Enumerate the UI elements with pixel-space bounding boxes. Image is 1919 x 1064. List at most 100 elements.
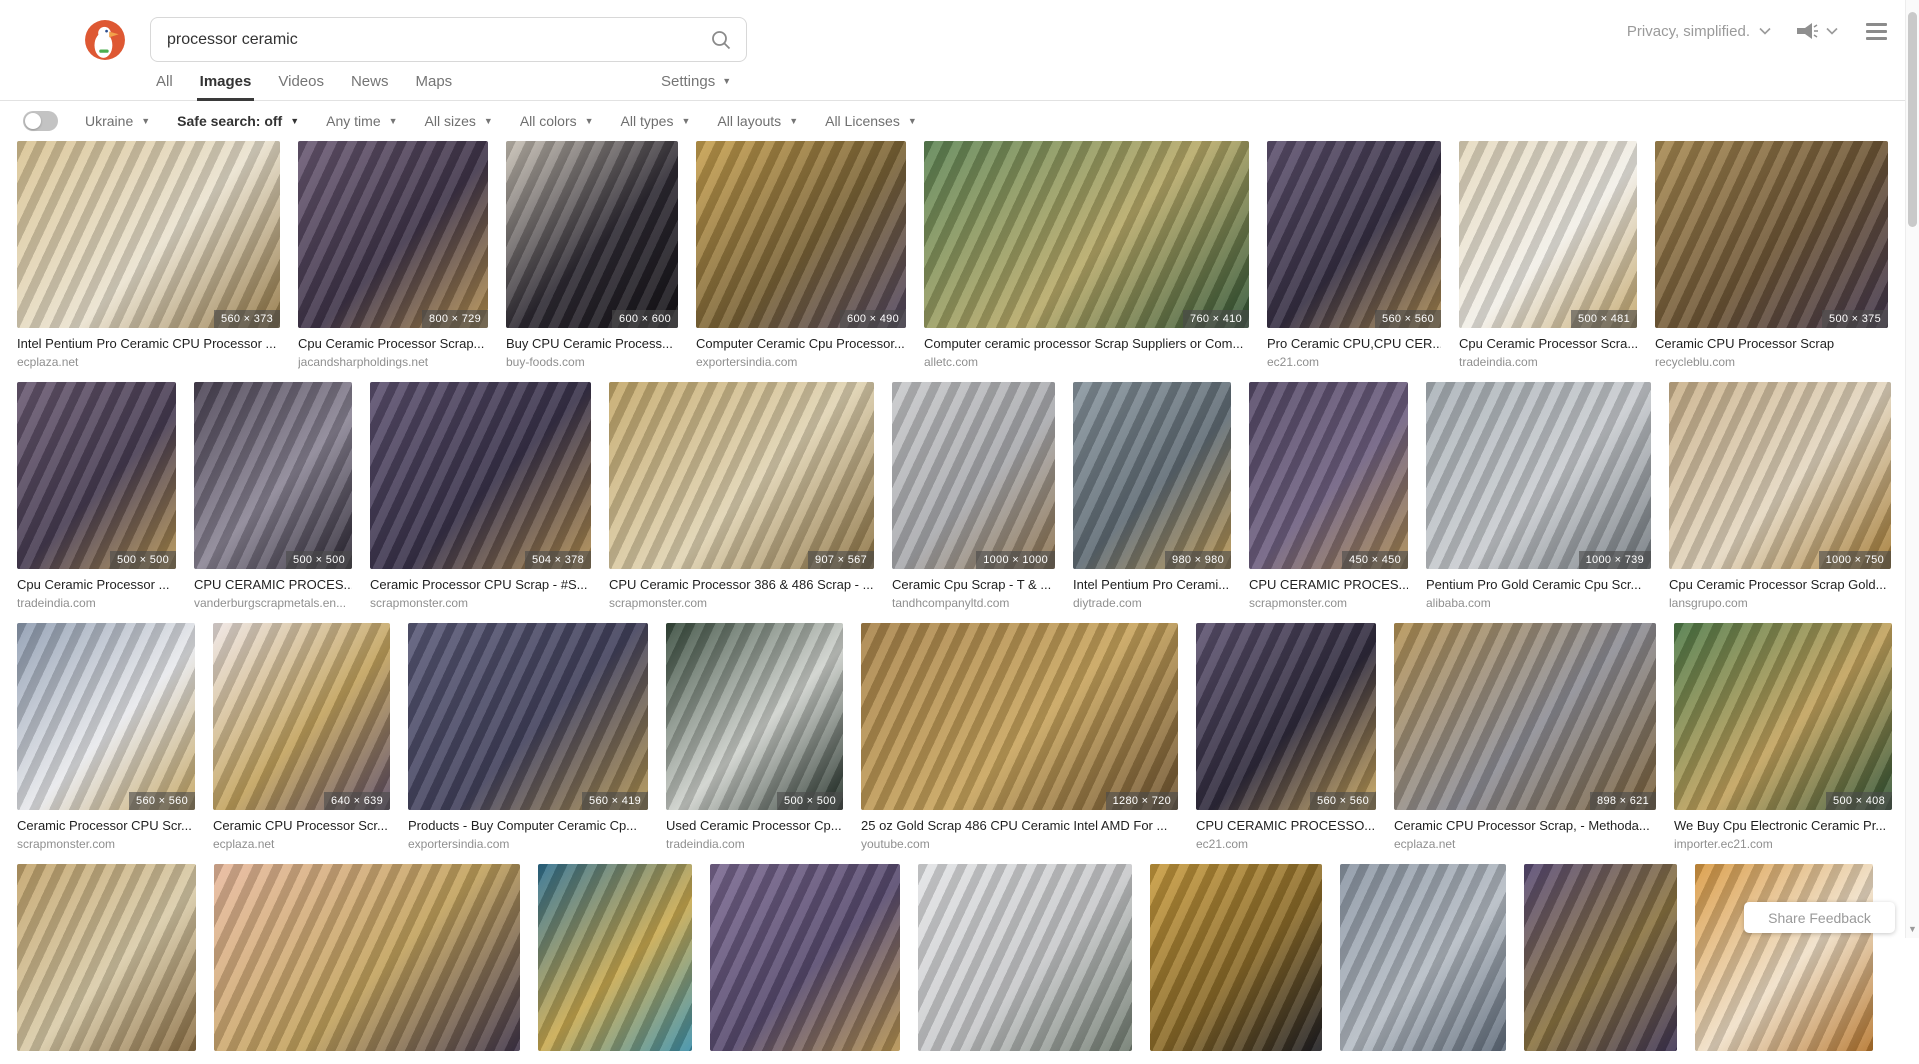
- image-size-badge: 1000 × 750: [1819, 551, 1891, 569]
- tab-videos[interactable]: Videos: [278, 62, 324, 100]
- image-result-title[interactable]: Used Ceramic Processor Cp...: [666, 818, 843, 833]
- settings-dropdown[interactable]: Settings ▼: [661, 62, 731, 100]
- image-result-title[interactable]: CPU CERAMIC PROCES...: [194, 577, 352, 592]
- image-result-title[interactable]: Ceramic Cpu Scrap - T & ...: [892, 577, 1055, 592]
- image-thumbnail[interactable]: 1000 × 750: [1669, 382, 1891, 569]
- image-result-title[interactable]: CPU Ceramic Processor 386 & 486 Scrap - …: [609, 577, 874, 592]
- image-result-title[interactable]: CPU CERAMIC PROCES...: [1249, 577, 1408, 592]
- image-result-title[interactable]: Ceramic Processor CPU Scrap - #S...: [370, 577, 591, 592]
- image-thumbnail[interactable]: 1000 × 1000: [892, 382, 1055, 569]
- filter-any-time[interactable]: Any time ▼: [326, 113, 397, 129]
- image-thumbnail[interactable]: 1280 × 720: [861, 623, 1178, 810]
- image-thumbnail[interactable]: 600 × 490: [696, 141, 906, 328]
- image-thumbnail[interactable]: [538, 864, 692, 1051]
- chevron-down-icon: [1826, 27, 1838, 35]
- image-result-title[interactable]: 25 oz Gold Scrap 486 CPU Ceramic Intel A…: [861, 818, 1178, 833]
- image-thumbnail[interactable]: 980 × 980: [1073, 382, 1231, 569]
- image-thumbnail[interactable]: 560 × 560: [1196, 623, 1376, 810]
- image-result-title[interactable]: Computer Ceramic Cpu Processor...: [696, 336, 906, 351]
- search-input[interactable]: [167, 31, 708, 49]
- image-result-title[interactable]: Computer ceramic processor Scrap Supplie…: [924, 336, 1249, 351]
- filter-all-licenses[interactable]: All Licenses ▼: [825, 113, 917, 129]
- image-result-title[interactable]: Cpu Ceramic Processor Scra...: [1459, 336, 1637, 351]
- image-thumbnail[interactable]: 560 × 560: [17, 623, 195, 810]
- image-thumbnail[interactable]: 640 × 639: [213, 623, 390, 810]
- filter-all-colors[interactable]: All colors ▼: [520, 113, 594, 129]
- scrollbar-thumb[interactable]: [1908, 12, 1917, 227]
- image-thumbnail[interactable]: 500 × 500: [666, 623, 843, 810]
- image-result: 1000 × 739 Pentium Pro Gold Ceramic Cpu S…: [1426, 382, 1651, 610]
- image-result-domain: recycleblu.com: [1655, 355, 1888, 369]
- image-thumbnail[interactable]: [918, 864, 1132, 1051]
- image-result-title[interactable]: Cpu Ceramic Processor ...: [17, 577, 176, 592]
- filter-region[interactable]: Ukraine ▼: [85, 113, 150, 129]
- image-thumbnail[interactable]: 800 × 729: [298, 141, 488, 328]
- image-result-domain: ecplaza.net: [17, 355, 280, 369]
- scrollbar-down-arrow[interactable]: ▼: [1906, 924, 1919, 934]
- image-result: 500 × 500Cpu Ceramic Processor ...tradei…: [17, 382, 176, 610]
- image-thumbnail[interactable]: [1524, 864, 1677, 1051]
- image-result-title[interactable]: We Buy Cpu Electronic Ceramic Pr...: [1674, 818, 1892, 833]
- image-results-row: 560 × 560Ceramic Processor CPU Scr...scr…: [17, 623, 1888, 851]
- image-result-title[interactable]: Products - Buy Computer Ceramic Cp...: [408, 818, 648, 833]
- search-icon[interactable]: [708, 27, 734, 53]
- image-thumbnail[interactable]: 907 × 567: [609, 382, 874, 569]
- image-thumbnail[interactable]: [710, 864, 900, 1051]
- search-tabs: All Images Videos News Maps: [156, 62, 452, 100]
- image-thumbnail[interactable]: [1340, 864, 1506, 1051]
- image-thumbnail[interactable]: 1000 × 739: [1426, 382, 1651, 569]
- tab-maps[interactable]: Maps: [415, 62, 452, 100]
- image-result-title[interactable]: Ceramic CPU Processor Scrap: [1655, 336, 1888, 351]
- image-thumbnail[interactable]: 500 × 375: [1655, 141, 1888, 328]
- image-thumbnail[interactable]: [1695, 864, 1873, 1051]
- chevron-down-icon: [1759, 27, 1771, 35]
- image-result-title[interactable]: Buy CPU Ceramic Process...: [506, 336, 678, 351]
- image-size-badge: 500 × 500: [110, 551, 176, 569]
- image-thumbnail[interactable]: 504 × 378: [370, 382, 591, 569]
- image-result-title[interactable]: Ceramic CPU Processor Scr...: [213, 818, 390, 833]
- image-thumbnail[interactable]: 760 × 410: [924, 141, 1249, 328]
- image-thumbnail[interactable]: 500 × 408: [1674, 623, 1892, 810]
- header-right-controls: Privacy, simplified.: [1627, 0, 1891, 62]
- image-thumbnail[interactable]: [17, 864, 196, 1051]
- image-thumbnail[interactable]: 560 × 419: [408, 623, 648, 810]
- image-result: 980 × 980Intel Pentium Pro Cerami...diyt…: [1073, 382, 1231, 610]
- image-thumbnail[interactable]: 450 × 450: [1249, 382, 1408, 569]
- image-result-title[interactable]: Pentium Pro Gold Ceramic Cpu Scr...: [1426, 577, 1651, 592]
- image-result-title[interactable]: Ceramic Processor CPU Scr...: [17, 818, 195, 833]
- image-result-title[interactable]: Intel Pentium Pro Cerami...: [1073, 577, 1231, 592]
- image-result-title[interactable]: Cpu Ceramic Processor Scrap...: [298, 336, 488, 351]
- announcement-dropdown[interactable]: [1795, 21, 1838, 41]
- image-result-title[interactable]: CPU CERAMIC PROCESSO...: [1196, 818, 1376, 833]
- filter-all-sizes[interactable]: All sizes ▼: [425, 113, 493, 129]
- image-result: 560 × 419 Products - Buy Computer Ceramic…: [408, 623, 648, 851]
- image-result-title[interactable]: Cpu Ceramic Processor Scrap Gold...: [1669, 577, 1891, 592]
- image-size-badge: 500 × 500: [777, 792, 843, 810]
- image-thumbnail[interactable]: 500 × 481: [1459, 141, 1637, 328]
- privacy-tagline-dropdown[interactable]: Privacy, simplified.: [1627, 23, 1771, 40]
- image-thumbnail[interactable]: [1150, 864, 1322, 1051]
- image-result-title[interactable]: Pro Ceramic CPU,CPU CER...: [1267, 336, 1441, 351]
- image-thumbnail[interactable]: [214, 864, 520, 1051]
- image-result: 504 × 378 Ceramic Processor CPU Scrap - #…: [370, 382, 591, 610]
- menu-icon[interactable]: [1862, 19, 1891, 44]
- image-result-title[interactable]: Intel Pentium Pro Ceramic CPU Processor …: [17, 336, 280, 351]
- image-thumbnail[interactable]: 500 × 500: [194, 382, 352, 569]
- image-thumbnail[interactable]: 500 × 500: [17, 382, 176, 569]
- filter-all-types[interactable]: All types ▼: [621, 113, 691, 129]
- region-toggle[interactable]: [23, 111, 58, 131]
- image-result-title[interactable]: Ceramic CPU Processor Scrap, - Methoda..…: [1394, 818, 1656, 833]
- image-thumbnail[interactable]: 560 × 560: [1267, 141, 1441, 328]
- filter-safe-search[interactable]: Safe search: off ▼: [177, 113, 299, 129]
- image-result: 1000 × 1000Ceramic Cpu Scrap - T & ...ta…: [892, 382, 1055, 610]
- image-thumbnail[interactable]: 898 × 621: [1394, 623, 1656, 810]
- image-thumbnail[interactable]: 600 × 600: [506, 141, 678, 328]
- tab-images[interactable]: Images: [200, 62, 252, 100]
- filter-all-layouts[interactable]: All layouts ▼: [717, 113, 798, 129]
- share-feedback-button[interactable]: Share Feedback: [1744, 902, 1895, 933]
- duckduckgo-logo[interactable]: [84, 19, 126, 61]
- tab-news[interactable]: News: [351, 62, 389, 100]
- tab-all[interactable]: All: [156, 62, 173, 100]
- image-result: 560 × 560CPU CERAMIC PROCESSO...ec21.com: [1196, 623, 1376, 851]
- image-thumbnail[interactable]: 560 × 373: [17, 141, 280, 328]
